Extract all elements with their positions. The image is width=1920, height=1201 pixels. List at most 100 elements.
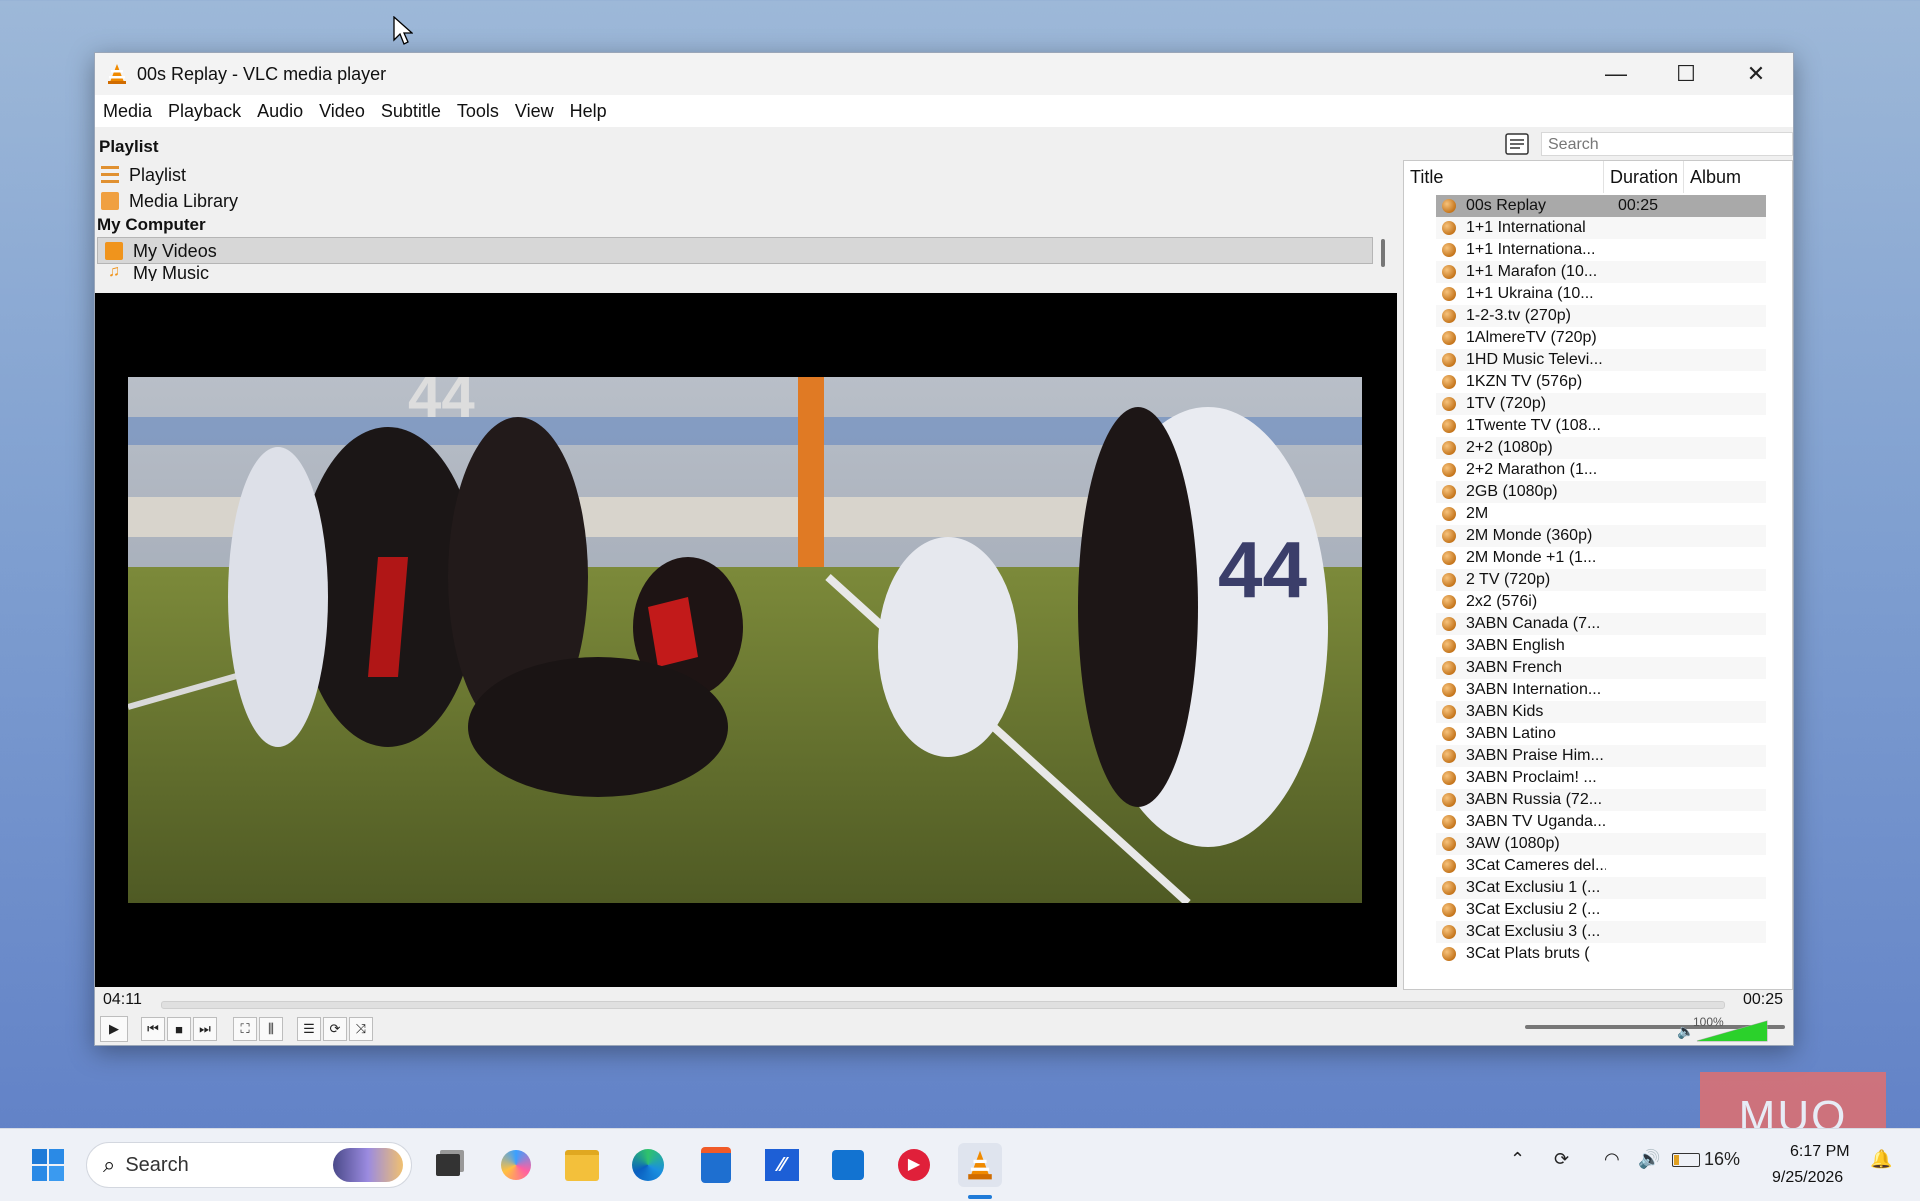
row-title: 3ABN English (1466, 637, 1565, 654)
close-button[interactable]: ✕ (1721, 53, 1791, 95)
previous-button[interactable]: ⏮ (141, 1016, 165, 1042)
playlist-row[interactable]: 1+1 International (1436, 217, 1766, 239)
seek-slider[interactable] (161, 1001, 1725, 1009)
vlc-taskbar-button[interactable] (958, 1143, 1002, 1187)
playlist-row[interactable]: 3ABN Latino (1436, 723, 1766, 745)
sync-icon[interactable]: ⟳ (1554, 1149, 1569, 1170)
row-title: 3Cat Exclusiu 3 (... (1466, 923, 1601, 940)
row-title: 2+2 (1080p) (1466, 439, 1553, 456)
playlist-row[interactable]: 3ABN Internation... (1436, 679, 1766, 701)
menu-subtitle[interactable]: Subtitle (373, 101, 449, 122)
playlist-row[interactable]: 3AW (1080p) (1436, 833, 1766, 855)
volume-tray-icon[interactable]: 🔊 (1638, 1149, 1660, 1170)
clock-time[interactable]: 6:17 PM (1790, 1143, 1850, 1161)
sidebar-item-my-music[interactable]: ♫ My Music (105, 263, 209, 281)
playlist-row[interactable]: 1-2-3.tv (270p) (1436, 305, 1766, 327)
play-button[interactable]: ▶ (99, 1016, 129, 1042)
tray-chevron-icon[interactable]: ⌃ (1510, 1149, 1525, 1170)
column-album[interactable]: Album (1684, 161, 1784, 193)
playlist-row[interactable]: 1KZN TV (576p) (1436, 371, 1766, 393)
search-highlight-image (333, 1148, 403, 1182)
playlist-row[interactable]: 3ABN Proclaim! ... (1436, 767, 1766, 789)
fullscreen-button[interactable]: ⛶ (233, 1016, 257, 1042)
playlist-row[interactable]: 1TV (720p) (1436, 393, 1766, 415)
playlist-row[interactable]: 2+2 Marathon (1... (1436, 459, 1766, 481)
playlist-toggle-icon: ☰ (297, 1017, 321, 1041)
playlist-row[interactable]: 1Twente TV (108... (1436, 415, 1766, 437)
battery-indicator[interactable]: 16% (1672, 1149, 1740, 1170)
row-title: 3AW (1080p) (1466, 835, 1560, 852)
playlist-row[interactable]: 3Cat Cameres del... (1436, 855, 1766, 877)
playlist-row[interactable]: 2M Monde (360p) (1436, 525, 1766, 547)
start-button[interactable] (26, 1143, 70, 1187)
playlist-search-input[interactable]: Search (1541, 132, 1793, 156)
playlist-row[interactable]: 2+2 (1080p) (1436, 437, 1766, 459)
sidebar-item-media-library[interactable]: Media Library (101, 189, 238, 213)
playlist-row[interactable]: 1+1 Marafon (10... (1436, 261, 1766, 283)
title-bar[interactable]: 00s Replay - VLC media player — ☐ ✕ (95, 53, 1793, 95)
menu-playback[interactable]: Playback (160, 101, 249, 122)
playlist-view-icon[interactable] (1505, 133, 1529, 155)
stream-icon (1442, 661, 1456, 675)
toggle-playlist-button[interactable]: ☰ (297, 1016, 321, 1042)
menu-help[interactable]: Help (562, 101, 615, 122)
sidebar-item-my-videos[interactable]: My Videos (105, 239, 217, 263)
row-title: 3ABN Praise Him... (1466, 747, 1604, 764)
extended-settings-button[interactable]: ⫼ (259, 1016, 283, 1042)
playlist-row[interactable]: 3ABN French (1436, 657, 1766, 679)
row-title: 2x2 (576i) (1466, 593, 1538, 610)
next-button[interactable]: ⏭ (193, 1016, 217, 1042)
store-button[interactable] (694, 1143, 738, 1187)
video-output[interactable]: 44 44 (95, 293, 1397, 987)
task-view-button[interactable] (426, 1143, 470, 1187)
clock-date[interactable]: 9/25/2026 (1772, 1169, 1843, 1187)
stream-icon (1442, 331, 1456, 345)
playlist-row[interactable]: 00s Replay 00:25 (1436, 195, 1766, 217)
menu-media[interactable]: Media (95, 101, 160, 122)
playlist-row[interactable]: 3ABN Russia (72... (1436, 789, 1766, 811)
playlist-row[interactable]: 2GB (1080p) (1436, 481, 1766, 503)
outlook-button[interactable] (826, 1143, 870, 1187)
speaker-icon[interactable]: 🔈 (1677, 1023, 1694, 1040)
playlist-row[interactable]: 3Cat Exclusiu 2 (... (1436, 899, 1766, 921)
playlist-row[interactable]: 3Cat Exclusiu 1 (... (1436, 877, 1766, 899)
loop-button[interactable]: ⟳ (323, 1016, 347, 1042)
playlist-row[interactable]: 3ABN TV Uganda... (1436, 811, 1766, 833)
maximize-button[interactable]: ☐ (1651, 53, 1721, 95)
row-title: 2+2 Marathon (1... (1466, 461, 1598, 478)
playlist-row[interactable]: 2M (1436, 503, 1766, 525)
playlist-row[interactable]: 1+1 Ukraina (10... (1436, 283, 1766, 305)
menu-video[interactable]: Video (311, 101, 373, 122)
playlist-row[interactable]: 2 TV (720p) (1436, 569, 1766, 591)
minimize-button[interactable]: — (1581, 53, 1651, 95)
tree-scrollbar[interactable] (1381, 239, 1385, 267)
taskbar-search-box[interactable]: ⌕ Search (86, 1142, 412, 1188)
stream-icon (1442, 551, 1456, 565)
sidebar-item-playlist[interactable]: Playlist (101, 163, 186, 187)
stop-button[interactable]: ■ (167, 1016, 191, 1042)
copilot-button[interactable] (494, 1143, 538, 1187)
playlist-row[interactable]: 2M Monde +1 (1... (1436, 547, 1766, 569)
column-duration[interactable]: Duration (1604, 161, 1684, 193)
notification-bell-icon[interactable]: 🔔 (1870, 1149, 1892, 1170)
menu-audio[interactable]: Audio (249, 101, 311, 122)
playlist-row[interactable]: 2x2 (576i) (1436, 591, 1766, 613)
menu-tools[interactable]: Tools (449, 101, 507, 122)
playlist-row[interactable]: 3ABN English (1436, 635, 1766, 657)
playlist-row[interactable]: 3Cat Plats bruts ( (1436, 943, 1766, 965)
shuffle-button[interactable]: ⤨ (349, 1016, 373, 1042)
edge-button[interactable] (626, 1143, 670, 1187)
playlist-row[interactable]: 1AlmereTV (720p) (1436, 327, 1766, 349)
wifi-icon[interactable]: ◠ (1604, 1149, 1620, 1170)
playlist-row[interactable]: 3ABN Praise Him... (1436, 745, 1766, 767)
playlist-row[interactable]: 3Cat Exclusiu 3 (... (1436, 921, 1766, 943)
playlist-row[interactable]: 3ABN Kids (1436, 701, 1766, 723)
playlist-row[interactable]: 1HD Music Televi... (1436, 349, 1766, 371)
menu-view[interactable]: View (507, 101, 562, 122)
column-title[interactable]: Title (1404, 161, 1604, 193)
media-app-button[interactable]: ▶ (892, 1143, 936, 1187)
playlist-row[interactable]: 1+1 Internationa... (1436, 239, 1766, 261)
app-button[interactable]: ⁄⁄ (760, 1143, 804, 1187)
file-explorer-button[interactable] (560, 1143, 604, 1187)
playlist-row[interactable]: 3ABN Canada (7... (1436, 613, 1766, 635)
